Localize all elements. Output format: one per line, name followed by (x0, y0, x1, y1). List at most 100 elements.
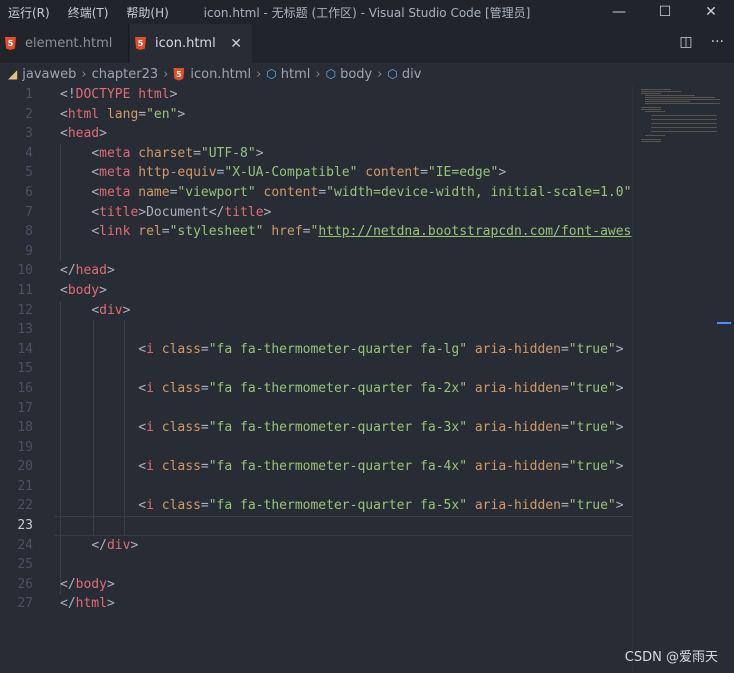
line-number: 11 (17, 282, 33, 298)
stylesheet-link[interactable]: http://netdna.bootstrapcdn.com/font-awes (318, 224, 631, 239)
breadcrumb-label: javaweb (22, 66, 77, 82)
minimap-line (645, 95, 695, 96)
line-number: 8 (25, 224, 33, 240)
tab-label: element.html (25, 36, 113, 51)
line-number: 13 (17, 322, 33, 338)
code-line-24: </div> (91, 537, 139, 553)
line-number: 22 (17, 498, 33, 514)
line-number: 14 (17, 341, 33, 357)
code-line-23-current[interactable] (54, 516, 632, 536)
line-number-gutter: 1 2 3 4 5 6 7 8 9 10 11 12 13 14 15 16 17 18 19 20 21 22 23 24 2… (0, 85, 44, 614)
minimap-line (645, 111, 665, 112)
code-line-1: <!DOCTYPE html> (60, 87, 178, 102)
minimap-line (641, 109, 661, 110)
line-number: 19 (17, 439, 33, 455)
chevron-right-icon: › (81, 66, 87, 82)
breadcrumb-item-javaweb[interactable]: ◢ javaweb (0, 67, 76, 82)
html5-file-icon: 5 (173, 67, 185, 81)
html5-file-icon: 5 (135, 37, 146, 50)
split-editor-icon[interactable]: ◫ (679, 34, 692, 50)
minimap[interactable] (632, 85, 721, 673)
breadcrumb-label: div (401, 66, 422, 82)
line-number: 10 (17, 263, 33, 279)
code-editor[interactable]: 1 2 3 4 5 6 7 8 9 10 11 12 13 14 15 16 17 18 19 20 21 22 23 24 2… (0, 85, 632, 673)
minimap-line (651, 127, 717, 128)
code-lines: <!DOCTYPE html> <html lang="en"> <head> … (54, 85, 632, 614)
minimap-line (645, 97, 715, 98)
tab-label: icon.html (155, 36, 216, 51)
code-line-10: </head> (60, 263, 115, 279)
line-number: 25 (17, 557, 33, 573)
editor-actions: ◫ ··· (679, 34, 724, 50)
breadcrumb-item-chapter23[interactable]: chapter23 (92, 67, 159, 82)
chevron-right-icon: › (256, 66, 262, 82)
tab-close-icon[interactable]: ✕ (230, 36, 242, 52)
minimap-line (641, 139, 661, 140)
breadcrumb-label: body (340, 66, 373, 82)
line-number: 9 (25, 243, 33, 259)
element-cube-icon: ⬡ (266, 67, 277, 81)
code-line-4: <meta charset="UTF-8"> (91, 145, 264, 161)
more-actions-icon[interactable]: ··· (711, 34, 724, 50)
vertical-scrollbar[interactable] (720, 85, 734, 673)
maximize-button[interactable]: ☐ (642, 0, 688, 24)
code-line-3: <head> (60, 126, 107, 142)
line-number: 4 (25, 145, 33, 161)
minimap-line (651, 131, 717, 132)
element-cube-icon: ⬡ (387, 67, 398, 81)
menu-terminal[interactable]: 终端(T) (68, 4, 109, 21)
title-bar: 运行(R) 终端(T) 帮助(H) icon.html - 无标题 (工作区) … (0, 0, 734, 24)
line-number: 6 (25, 184, 33, 200)
breadcrumb-item-div[interactable]: ⬡ div (387, 67, 421, 82)
folder-icon: ◢ (8, 67, 18, 81)
tab-bar: 5 element.html 5 icon.html ✕ ◫ ··· (0, 24, 734, 63)
close-window-button[interactable]: ✕ (688, 0, 734, 24)
scrollbar-cursor-marker (717, 322, 731, 324)
code-line-27: </html> (60, 596, 115, 612)
code-line-20: <i class="fa fa-thermometer-quarter fa-4… (138, 459, 624, 475)
chevron-right-icon: › (377, 66, 383, 82)
minimap-line (645, 103, 720, 104)
code-line-5: <meta http-equiv="X-UA-Compatible" conte… (91, 165, 507, 181)
chevron-right-icon: › (315, 66, 321, 82)
line-number: 27 (17, 596, 33, 612)
menu-run[interactable]: 运行(R) (8, 4, 50, 21)
minimize-button[interactable]: — (596, 0, 642, 24)
line-number: 15 (17, 361, 33, 377)
window-controls: — ☐ ✕ (596, 0, 734, 24)
menu-help[interactable]: 帮助(H) (126, 4, 168, 21)
line-number: 16 (17, 380, 33, 396)
code-line-11: <body> (60, 282, 107, 298)
line-number: 12 (17, 302, 33, 318)
code-line-26: </body> (60, 576, 115, 592)
watermark: CSDN @爱雨天 (624, 650, 718, 665)
html5-file-icon: 5 (5, 37, 16, 50)
minimap-line (645, 101, 690, 102)
minimap-line (641, 89, 671, 90)
code-line-16: <i class="fa fa-thermometer-quarter fa-2… (138, 380, 624, 396)
element-cube-icon: ⬡ (325, 67, 337, 81)
line-number: 3 (25, 126, 33, 142)
line-number: 26 (17, 576, 33, 592)
breadcrumb-item-body[interactable]: ⬡ body (326, 67, 373, 82)
chevron-right-icon: › (163, 66, 169, 82)
code-line-8: <link rel="stylesheet" href="http://netd… (91, 224, 632, 240)
tab-icon-html[interactable]: 5 icon.html ✕ (130, 24, 252, 63)
line-number: 1 (25, 87, 33, 102)
minimap-line (641, 91, 681, 92)
breadcrumb-item-html[interactable]: ⬡ html (266, 67, 310, 82)
code-line-12: <div> (91, 302, 131, 318)
breadcrumb-item-icon-html[interactable]: 5 icon.html (173, 67, 251, 82)
tab-element-html[interactable]: 5 element.html (0, 24, 129, 63)
line-number: 21 (17, 478, 33, 494)
code-line-14: <i class="fa fa-thermometer-quarter fa-l… (138, 341, 624, 357)
code-line-7: <title>Document</title> (91, 204, 272, 220)
minimap-line (651, 115, 717, 116)
